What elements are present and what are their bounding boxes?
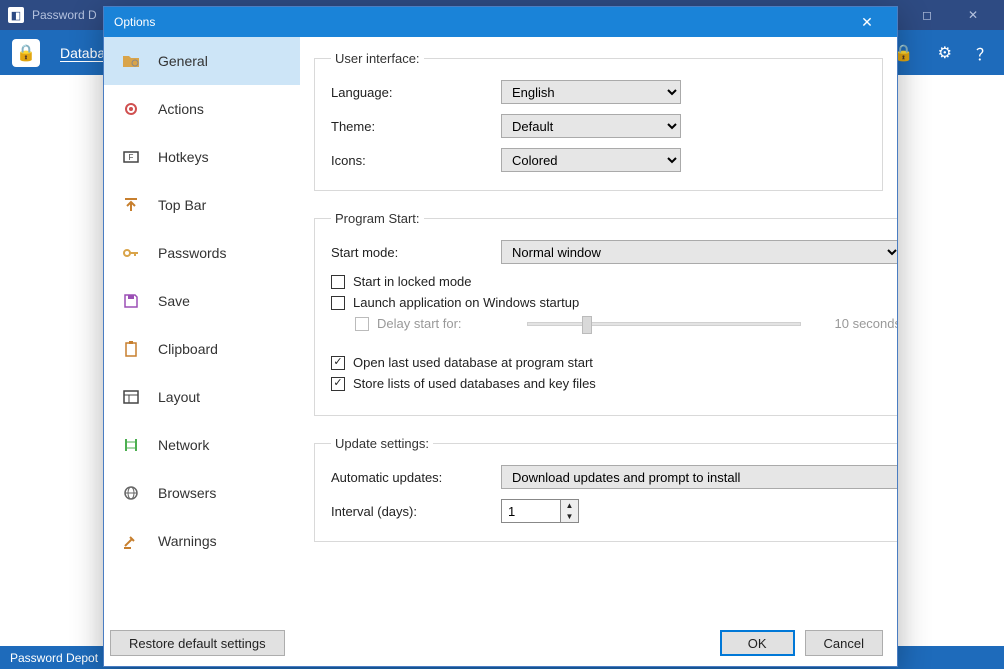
sidebar-item-network[interactable]: Network bbox=[104, 421, 300, 469]
sidebar-item-general[interactable]: General bbox=[104, 37, 300, 85]
close-button[interactable]: ✕ bbox=[950, 0, 996, 30]
svg-text:F: F bbox=[129, 153, 134, 162]
start-mode-label: Start mode: bbox=[331, 245, 501, 260]
sidebar-item-browsers[interactable]: Browsers bbox=[104, 469, 300, 517]
maximize-button[interactable]: ◻ bbox=[904, 0, 950, 30]
statusbar-text: Password Depot bbox=[10, 651, 98, 665]
interval-label: Interval (days): bbox=[331, 504, 501, 519]
locked-mode-checkbox[interactable] bbox=[331, 275, 345, 289]
open-last-db-label: Open last used database at program start bbox=[353, 355, 593, 370]
restore-defaults-button[interactable]: Restore default settings bbox=[110, 630, 285, 656]
dialog-close-button[interactable]: ✕ bbox=[847, 7, 887, 37]
gear-icon[interactable]: ⚙ bbox=[938, 43, 952, 63]
gear-icon bbox=[122, 100, 140, 118]
program-start-group: Program Start: Start mode: Normal window… bbox=[314, 211, 897, 416]
arrow-up-icon bbox=[122, 196, 140, 214]
sidebar-item-clipboard[interactable]: Clipboard bbox=[104, 325, 300, 373]
sidebar-item-label: Warnings bbox=[158, 533, 217, 549]
delay-value: 10 seconds bbox=[821, 316, 897, 331]
delay-start-checkbox bbox=[355, 317, 369, 331]
group-legend: User interface: bbox=[331, 51, 424, 66]
key-icon bbox=[122, 244, 140, 262]
spinner-up[interactable]: ▲ bbox=[561, 500, 578, 511]
sidebar-item-passwords[interactable]: Passwords bbox=[104, 229, 300, 277]
start-mode-select[interactable]: Normal window bbox=[501, 240, 897, 264]
sidebar-item-topbar[interactable]: Top Bar bbox=[104, 181, 300, 229]
user-interface-group: User interface: Language: English Theme:… bbox=[314, 51, 883, 191]
keyboard-icon: F bbox=[122, 148, 140, 166]
globe-icon bbox=[122, 484, 140, 502]
ok-button[interactable]: OK bbox=[720, 630, 795, 656]
locked-mode-label: Start in locked mode bbox=[353, 274, 472, 289]
group-legend: Update settings: bbox=[331, 436, 433, 451]
launch-startup-checkbox[interactable] bbox=[331, 296, 345, 310]
launch-startup-label: Launch application on Windows startup bbox=[353, 295, 579, 310]
save-icon bbox=[122, 292, 140, 310]
sidebar-item-label: Actions bbox=[158, 101, 204, 117]
dialog-footer: Restore default settings OK Cancel bbox=[104, 626, 897, 666]
dialog-title: Options bbox=[114, 15, 155, 29]
sidebar-item-label: General bbox=[158, 53, 208, 69]
app-logo-icon: 🔒 bbox=[12, 39, 40, 67]
group-legend: Program Start: bbox=[331, 211, 424, 226]
sidebar-item-label: Passwords bbox=[158, 245, 226, 261]
store-lists-label: Store lists of used databases and key fi… bbox=[353, 376, 596, 391]
app-icon: ◧ bbox=[8, 7, 24, 23]
language-label: Language: bbox=[331, 85, 501, 100]
sidebar-item-label: Top Bar bbox=[158, 197, 206, 213]
sidebar-item-hotkeys[interactable]: F Hotkeys bbox=[104, 133, 300, 181]
interval-spinner[interactable]: ▲▼ bbox=[501, 499, 579, 523]
theme-select[interactable]: Default bbox=[501, 114, 681, 138]
sidebar-item-label: Network bbox=[158, 437, 209, 453]
interval-input[interactable] bbox=[501, 499, 561, 523]
sidebar-item-save[interactable]: Save bbox=[104, 277, 300, 325]
help-icon[interactable]: ？ bbox=[976, 41, 992, 65]
sidebar-item-layout[interactable]: Layout bbox=[104, 373, 300, 421]
network-icon bbox=[122, 436, 140, 454]
slider-thumb bbox=[582, 316, 592, 334]
icons-select[interactable]: Colored bbox=[501, 148, 681, 172]
sidebar-item-warnings[interactable]: Warnings bbox=[104, 517, 300, 565]
app-title: Password D bbox=[32, 8, 97, 22]
delay-slider bbox=[527, 322, 801, 326]
icons-label: Icons: bbox=[331, 153, 501, 168]
options-dialog: Options ✕ General Actions F Hotkeys Top … bbox=[103, 6, 898, 667]
theme-label: Theme: bbox=[331, 119, 501, 134]
language-select[interactable]: English bbox=[501, 80, 681, 104]
store-lists-checkbox[interactable] bbox=[331, 377, 345, 391]
folder-gear-icon bbox=[122, 52, 140, 70]
sidebar-item-label: Browsers bbox=[158, 485, 216, 501]
cancel-button[interactable]: Cancel bbox=[805, 630, 883, 656]
menu-database[interactable]: Databa bbox=[60, 45, 105, 61]
sidebar-item-label: Hotkeys bbox=[158, 149, 209, 165]
delay-start-label: Delay start for: bbox=[377, 316, 507, 331]
auto-updates-label: Automatic updates: bbox=[331, 470, 501, 485]
update-settings-group: Update settings: Automatic updates: Down… bbox=[314, 436, 897, 542]
open-last-db-checkbox[interactable] bbox=[331, 356, 345, 370]
dialog-titlebar: Options ✕ bbox=[104, 7, 897, 37]
auto-updates-select[interactable]: Download updates and prompt to install bbox=[501, 465, 897, 489]
layout-icon bbox=[122, 388, 140, 406]
sidebar-item-label: Save bbox=[158, 293, 190, 309]
spinner-down[interactable]: ▼ bbox=[561, 511, 578, 522]
gavel-icon bbox=[122, 532, 140, 550]
options-sidebar: General Actions F Hotkeys Top Bar Passwo… bbox=[104, 37, 300, 626]
sidebar-item-actions[interactable]: Actions bbox=[104, 85, 300, 133]
options-content: User interface: Language: English Theme:… bbox=[300, 37, 897, 626]
clipboard-icon bbox=[122, 340, 140, 358]
sidebar-item-label: Clipboard bbox=[158, 341, 218, 357]
sidebar-item-label: Layout bbox=[158, 389, 200, 405]
